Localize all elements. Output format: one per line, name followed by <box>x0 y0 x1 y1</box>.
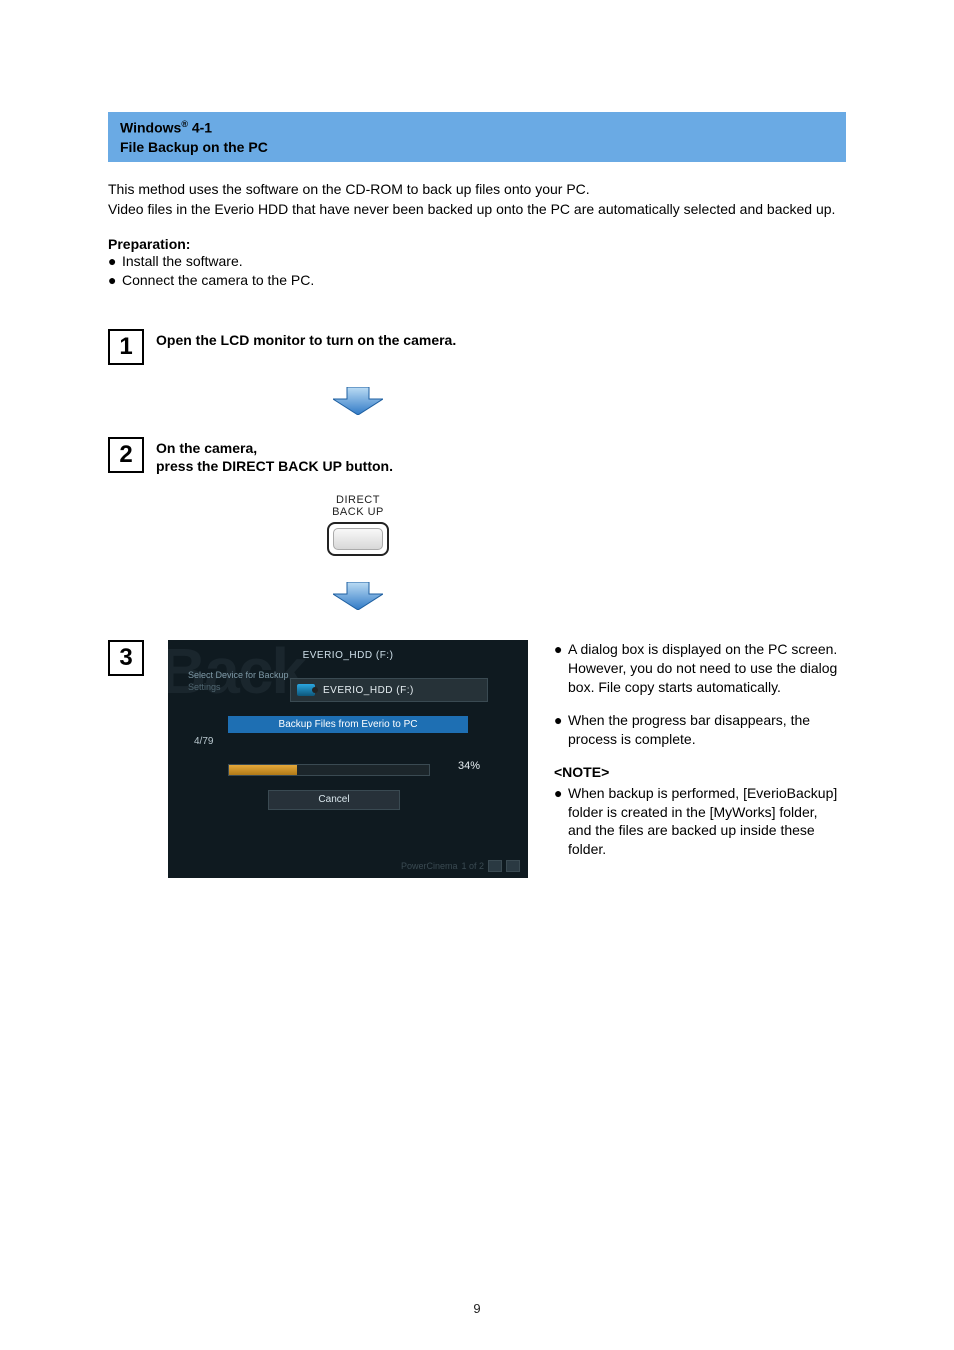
note-bullet-1: ● A dialog box is displayed on the PC sc… <box>554 640 844 697</box>
device-dropdown[interactable]: EVERIO_HDD (F:) <box>290 678 488 702</box>
prep-item-2: ● Connect the camera to the PC. <box>108 271 846 291</box>
screenshot-title: EVERIO_HDD (F:) <box>168 650 528 661</box>
direct-backup-figure: DIRECT BACK UP <box>158 495 558 556</box>
direct-backup-key-icon <box>327 522 389 556</box>
step-number-1: 1 <box>108 329 144 365</box>
down-arrow-icon <box>333 387 383 415</box>
intro-text: This method uses the software on the CD-… <box>108 180 846 219</box>
step-2-line1: On the camera, <box>156 440 257 456</box>
prep-item-1: ● Install the software. <box>108 252 846 272</box>
page-number: 9 <box>0 1301 954 1316</box>
arrow-2 <box>158 582 558 610</box>
page: Windows® 4-1 File Backup on the PC This … <box>0 0 954 1350</box>
camcorder-icon <box>297 684 315 696</box>
note-bullet-2: ● When the progress bar disappears, the … <box>554 711 844 749</box>
step-number-2: 2 <box>108 437 144 473</box>
preparation-list: ● Install the software. ● Connect the ca… <box>108 252 846 291</box>
note-bullet-2-text: When the progress bar disappears, the pr… <box>568 711 844 749</box>
step-1-text: Open the LCD monitor to turn on the came… <box>156 329 456 349</box>
backup-status-bar: Backup Files from Everio to PC <box>228 716 468 733</box>
progress-percent: 34% <box>458 760 480 772</box>
bullet-dot: ● <box>554 640 568 697</box>
title-line1-pre: Windows <box>120 120 181 136</box>
brand-icon <box>506 860 520 872</box>
bullet-dot: ● <box>108 271 122 291</box>
step-2-line2: press the DIRECT BACK UP button. <box>156 458 393 474</box>
section-title-bar: Windows® 4-1 File Backup on the PC <box>108 112 846 162</box>
step-3-notes: ● A dialog box is displayed on the PC sc… <box>554 640 844 859</box>
note-heading: <NOTE> <box>554 763 844 782</box>
device-dropdown-text: EVERIO_HDD (F:) <box>323 685 414 696</box>
title-line1-post: 4-1 <box>188 120 212 136</box>
brand-icon <box>488 860 502 872</box>
bullet-dot: ● <box>108 252 122 272</box>
title-line1-sup: ® <box>181 119 188 129</box>
note-bullet-3: ● When backup is performed, [EverioBacku… <box>554 784 844 860</box>
direct-backup-label: DIRECT BACK UP <box>327 495 389 518</box>
step-2: 2 On the camera, press the DIRECT BACK U… <box>108 437 846 475</box>
bullet-dot: ● <box>554 784 568 860</box>
brand-text: PowerCinema <box>401 861 458 871</box>
step-2-text: On the camera, press the DIRECT BACK UP … <box>156 437 393 475</box>
note-bullet-1-text: A dialog box is displayed on the PC scre… <box>568 640 844 697</box>
brand-page: 1 of 2 <box>461 861 484 871</box>
note-bullet-3-text: When backup is performed, [EverioBackup]… <box>568 784 844 860</box>
bullet-dot: ● <box>554 711 568 749</box>
backup-screenshot: Back EVERIO_HDD (F:) Select Device for B… <box>168 640 528 878</box>
title-line2: File Backup on the PC <box>120 139 268 155</box>
prep-item-1-text: Install the software. <box>122 252 243 272</box>
step-3: 3 Back EVERIO_HDD (F:) Select Device for… <box>108 640 846 878</box>
down-arrow-icon <box>333 582 383 610</box>
screenshot-settings-label: Settings <box>188 682 221 692</box>
step-1: 1 Open the LCD monitor to turn on the ca… <box>108 329 846 365</box>
screenshot-branding: PowerCinema 1 of 2 <box>401 860 520 872</box>
prep-item-2-text: Connect the camera to the PC. <box>122 271 314 291</box>
intro-p1: This method uses the software on the CD-… <box>108 181 590 197</box>
progress-bar <box>228 764 430 776</box>
intro-p2: Video files in the Everio HDD that have … <box>108 201 835 217</box>
backup-count: 4/79 <box>194 736 213 747</box>
preparation-heading: Preparation: <box>108 236 846 252</box>
cancel-button[interactable]: Cancel <box>268 790 400 810</box>
step-number-3: 3 <box>108 640 144 676</box>
arrow-1 <box>158 387 558 415</box>
screenshot-select-label: Select Device for Backup <box>188 670 289 680</box>
progress-bar-fill <box>229 765 297 775</box>
